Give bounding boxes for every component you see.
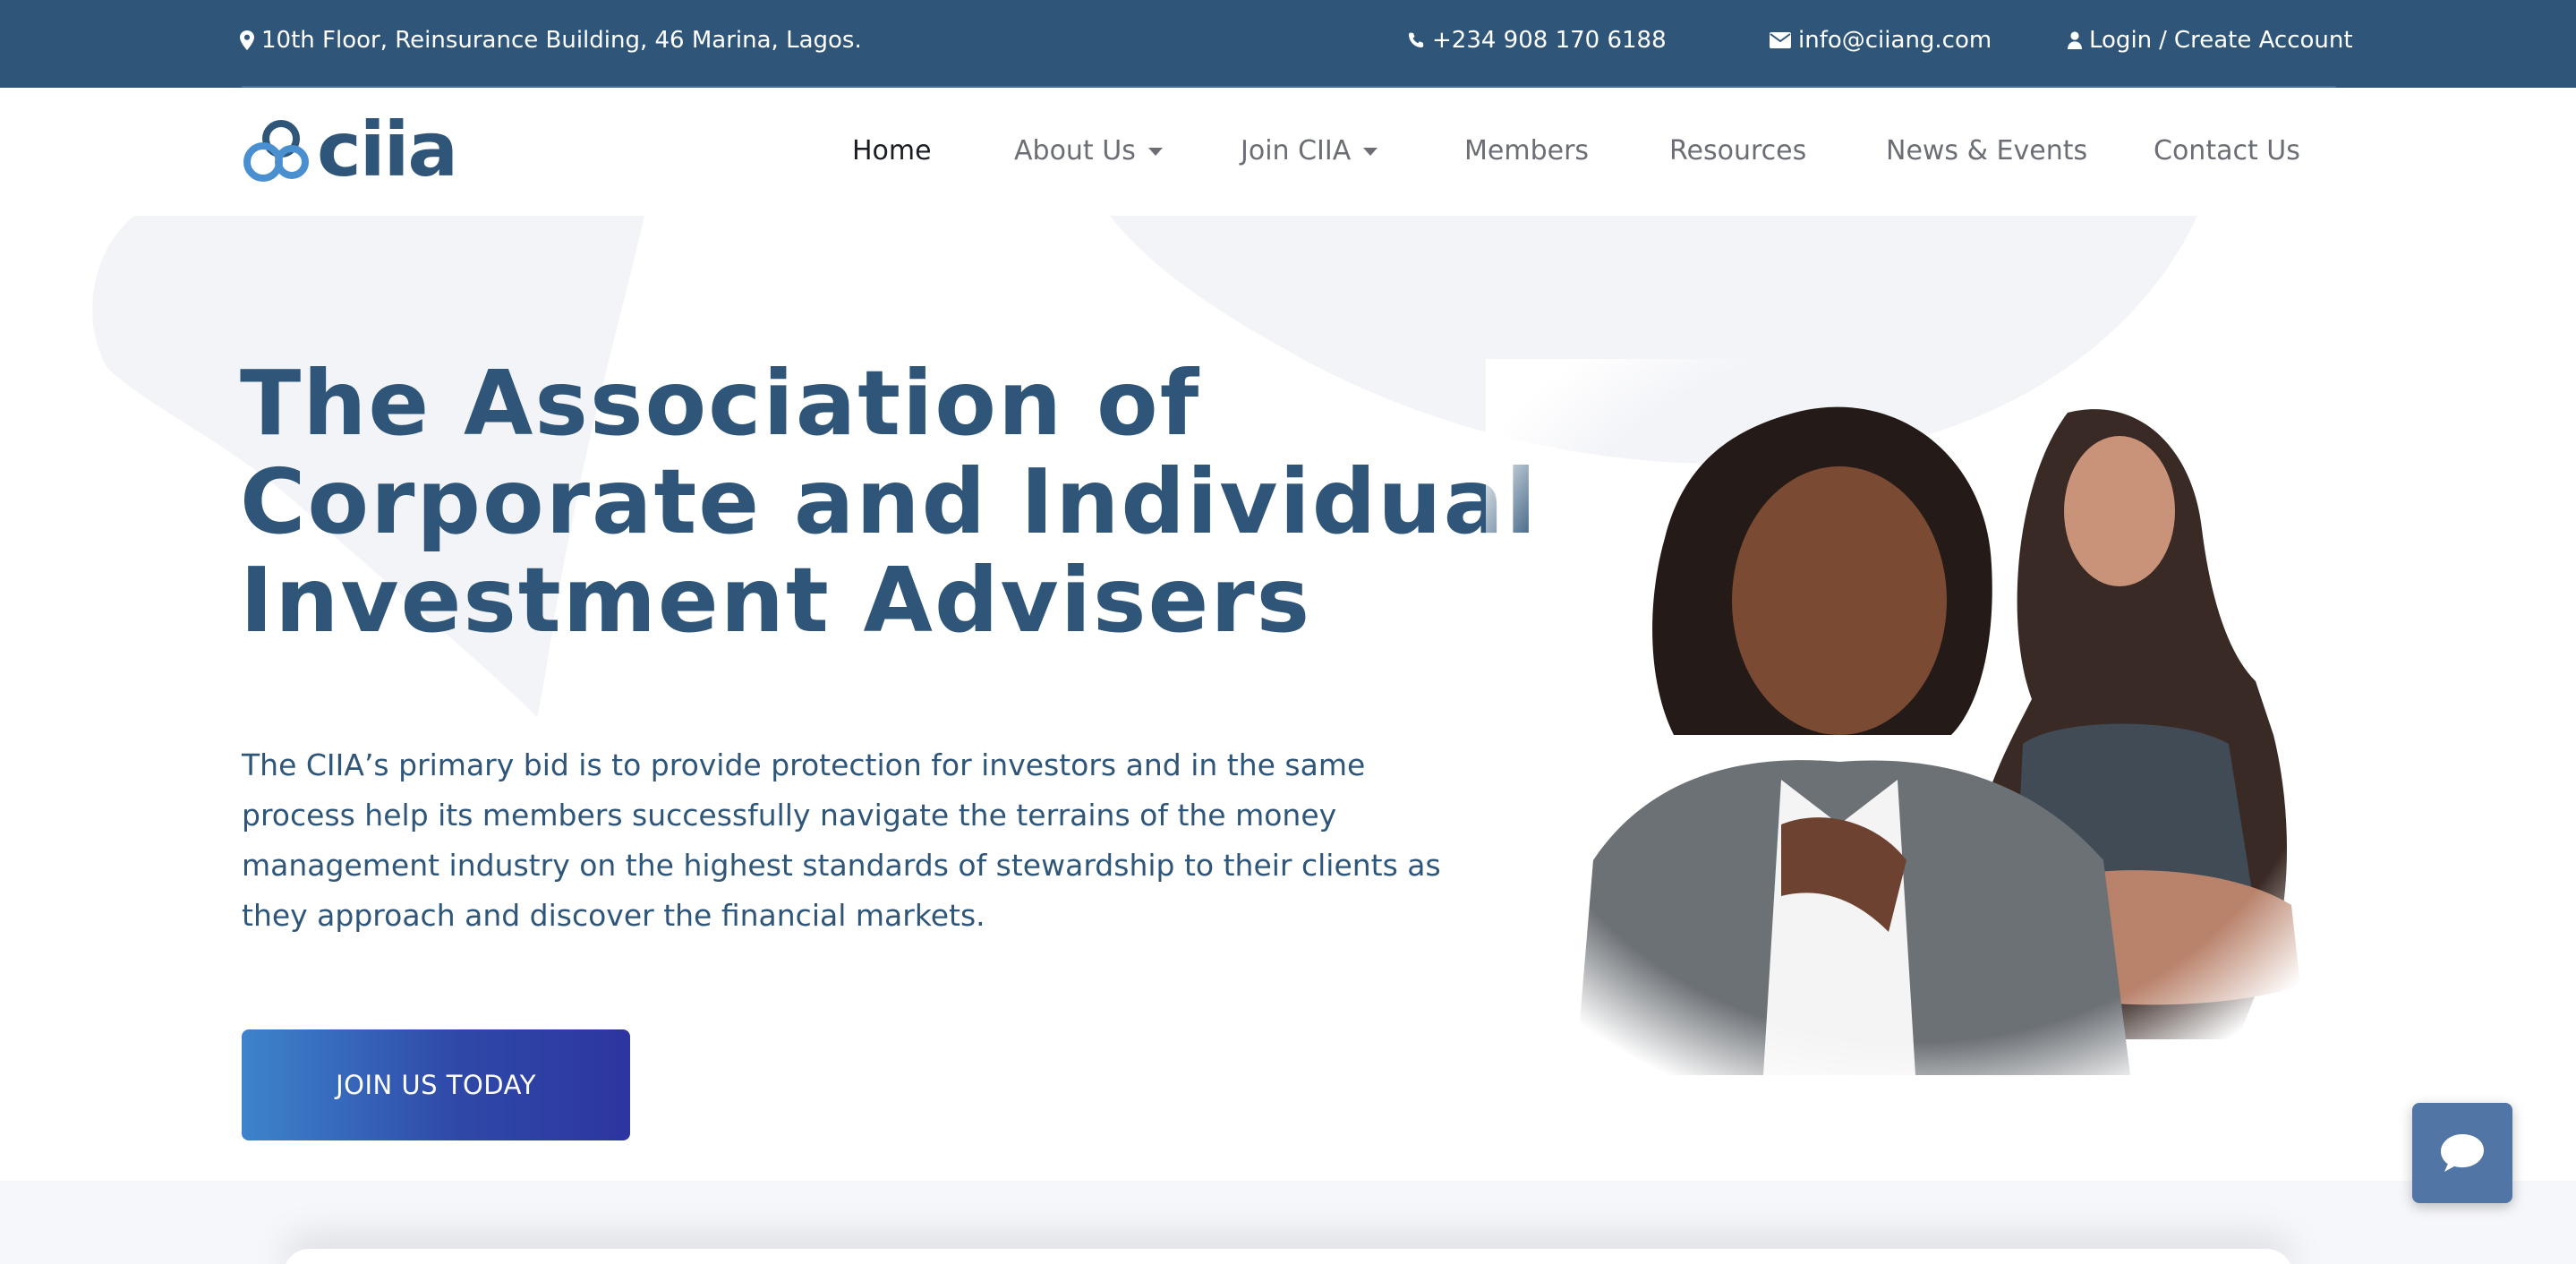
hero-title-line-3: Investment Advisers [240,548,1312,653]
login-link[interactable]: Login [2089,27,2152,54]
ciia-logo[interactable]: ciia [240,106,473,193]
create-account-link[interactable]: Create Account [2174,27,2353,54]
account-links: Login / Create Account [2068,25,2353,56]
hero-advisers-photo [1486,359,2345,1093]
next-section-card [283,1249,2293,1264]
ciia-logo-mark-icon [243,120,309,182]
phone-icon [1409,32,1424,47]
chat-bubble-icon [2441,1134,2484,1172]
nav-join-ciia-label: Join CIIA [1241,134,1352,167]
nav-news-events-label: News & Events [1886,134,2088,167]
user-icon [2068,31,2082,49]
nav-contact-us[interactable]: Contact Us [2154,132,2300,168]
phone-info[interactable]: +234 908 170 6188 [1407,25,1667,56]
hero-title-line-1: The Association of [240,351,1201,456]
envelope-icon [1770,32,1791,48]
email-info[interactable]: info@ciiang.com [1770,25,1992,56]
nav-about-us[interactable]: About Us [1014,132,1163,168]
map-marker-icon [240,30,254,50]
join-us-today-button[interactable]: JOIN US TODAY [242,1029,630,1140]
chat-widget-button[interactable] [2412,1103,2512,1203]
chevron-down-icon [1363,147,1378,156]
nav-contact-us-label: Contact Us [2154,134,2300,167]
nav-join-ciia[interactable]: Join CIIA [1241,132,1378,168]
nav-members[interactable]: Members [1464,132,1589,168]
account-separator: / [2159,27,2167,54]
hero-section: The Association of Corporate and Individ… [0,216,2576,1181]
nav-news-events[interactable]: News & Events [1886,132,2087,168]
hero-title-line-2: Corporate and Individual [240,449,1539,554]
top-info-bar: 10th Floor, Reinsurance Building, 46 Mar… [0,0,2576,88]
nav-resources-label: Resources [1669,134,1807,167]
phone-text[interactable]: +234 908 170 6188 [1432,27,1667,54]
hero-title: The Association of Corporate and Individ… [240,351,1539,653]
chevron-down-icon [1147,147,1163,156]
nav-members-label: Members [1464,134,1590,167]
main-navbar: ciia Home About Us Join CIIA Members Res… [0,88,2576,216]
email-text[interactable]: info@ciiang.com [1798,27,1992,54]
hero-description: The CIIA’s primary bid is to provide pro… [242,747,1441,933]
address-text: 10th Floor, Reinsurance Building, 46 Mar… [261,27,862,54]
nav-resources[interactable]: Resources [1669,132,1806,168]
address-info: 10th Floor, Reinsurance Building, 46 Mar… [240,25,862,56]
next-section-band [0,1181,2576,1264]
nav-home-label: Home [852,134,932,167]
nav-home[interactable]: Home [852,132,932,168]
nav-about-us-label: About Us [1014,134,1136,167]
logo-text: ciia [317,106,458,193]
